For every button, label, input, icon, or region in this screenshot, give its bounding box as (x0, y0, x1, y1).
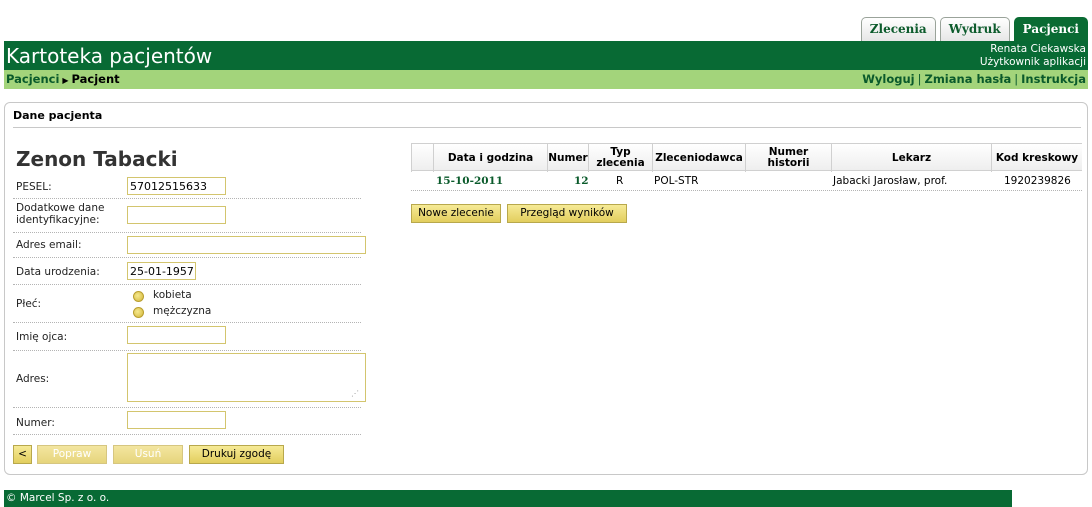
birthdate-input[interactable] (127, 262, 196, 280)
cell-barcode: 1920239826 (1004, 175, 1071, 187)
tab-zlecenia[interactable]: Zlecenia (860, 17, 936, 41)
row-address: Adres: ⋰ (13, 351, 366, 408)
father-label: Imię ojca: (16, 331, 68, 343)
col-number[interactable]: Numer (547, 144, 588, 172)
logout-link[interactable]: Wyloguj (862, 72, 914, 86)
breadcrumb-pacjenci[interactable]: Pacjenci (6, 72, 59, 86)
row-extra-id: Dodatkowe dane identyfikacyjne: (13, 199, 361, 233)
manual-link[interactable]: Instrukcja (1021, 72, 1086, 86)
radio-mezczyzna-label: mężczyzna (153, 305, 212, 317)
table-header: Data i godzina Numer Typ zlecenia Zleceni… (411, 143, 1082, 172)
row-pesel: PESEL: (13, 175, 361, 199)
radio-kobieta-label: kobieta (153, 289, 192, 301)
extra-id-label: Dodatkowe dane identyfikacyjne: (16, 202, 104, 226)
breadcrumb-arrow-icon: ▶ (62, 76, 69, 85)
number-label: Numer: (16, 417, 55, 429)
pesel-label: PESEL: (16, 181, 52, 193)
email-input[interactable] (127, 236, 366, 254)
col-type[interactable]: Typ zlecenia (588, 144, 652, 172)
app-title: Kartoteka pacjentów (6, 44, 213, 68)
email-label: Adres email: (16, 239, 82, 251)
resize-grip-icon[interactable]: ⋰ (351, 389, 359, 398)
footer: © Marcel Sp. z o. o. (4, 490, 1012, 507)
col-date[interactable]: Data i godzina (433, 144, 547, 172)
cell-orderer: POL-STR (654, 175, 699, 187)
app-header: Kartoteka pacjentów Renata Ciekawska Uży… (4, 41, 1088, 70)
address-label: Adres: (16, 373, 50, 385)
extra-id-label-line1: Dodatkowe dane (16, 202, 105, 214)
radio-mezczyzna[interactable] (133, 307, 144, 318)
col-doctor[interactable]: Lekarz (831, 144, 991, 172)
pesel-input[interactable] (127, 177, 226, 195)
col-barcode[interactable]: Kod kreskowy (991, 144, 1082, 172)
cell-type: R (616, 175, 624, 187)
breadcrumb-bar: Pacjenci ▶ Pacjent Wyloguj | Zmiana hasła | In… (4, 70, 1088, 89)
sex-label: Płeć: (16, 298, 42, 310)
tab-pacjenci[interactable]: Pacjenci (1013, 17, 1088, 41)
patient-name: Zenon Tabacki (16, 147, 178, 171)
table-row[interactable]: 15-10-2011 12 R POL-STR Jabacki Jarosław… (411, 171, 1082, 191)
link-separator: | (1014, 72, 1019, 86)
cell-date[interactable]: 15-10-2011 (436, 175, 503, 187)
number-input[interactable] (127, 411, 226, 429)
patient-panel: Dane pacjenta Zenon Tabacki PESEL: Dodat… (4, 102, 1088, 475)
row-number: Numer: (13, 408, 361, 435)
col-type-line2: zlecenia (596, 157, 645, 169)
breadcrumb-current: Pacjent (71, 72, 120, 86)
birthdate-label: Data urodzenia: (16, 266, 100, 278)
top-links: Wyloguj | Zmiana hasła | Instrukcja (862, 72, 1086, 86)
user-role: Użytkownik aplikacji (979, 56, 1086, 68)
row-birthdate: Data urodzenia: (13, 258, 361, 285)
user-info: Renata Ciekawska Użytkownik aplikacji (980, 43, 1086, 69)
father-name-input[interactable] (127, 326, 226, 344)
panel-title: Dane pacjenta (13, 109, 103, 122)
cell-doctor: Jabacki Jarosław, prof. (833, 175, 948, 187)
col-orderer[interactable]: Zleceniodawca (652, 144, 745, 172)
row-sex: Płeć: kobieta mężczyzna (13, 285, 361, 323)
copyright-text: © Marcel Sp. z o. o. (6, 492, 110, 504)
extra-id-input[interactable] (127, 206, 226, 224)
results-review-button[interactable]: Przegląd wyników (507, 204, 627, 223)
breadcrumb: Pacjenci ▶ Pacjent (6, 72, 120, 86)
tab-wydruk[interactable]: Wydruk (939, 17, 1010, 41)
print-consent-button[interactable]: Drukuj zgodę (189, 445, 284, 464)
user-name: Renata Ciekawska (990, 43, 1086, 55)
back-button[interactable]: < (13, 445, 32, 464)
panel-divider (13, 127, 1081, 128)
delete-button[interactable]: Usuń (113, 445, 183, 464)
row-father: Imię ojca: (13, 323, 361, 351)
row-email: Adres email: (13, 233, 366, 258)
edit-button[interactable]: Popraw (37, 445, 107, 464)
col-select (411, 144, 433, 172)
change-password-link[interactable]: Zmiana hasła (924, 72, 1011, 86)
address-textarea[interactable] (127, 353, 366, 402)
extra-id-label-line2: identyfikacyjne: (16, 214, 100, 226)
new-order-button[interactable]: Nowe zlecenie (411, 204, 501, 223)
cell-number[interactable]: 12 (574, 175, 589, 187)
link-separator: | (917, 72, 922, 86)
col-history[interactable]: Numer historii (745, 144, 831, 172)
top-tabs: Zlecenia Wydruk Pacjenci (860, 17, 1088, 41)
radio-kobieta[interactable] (133, 291, 144, 302)
